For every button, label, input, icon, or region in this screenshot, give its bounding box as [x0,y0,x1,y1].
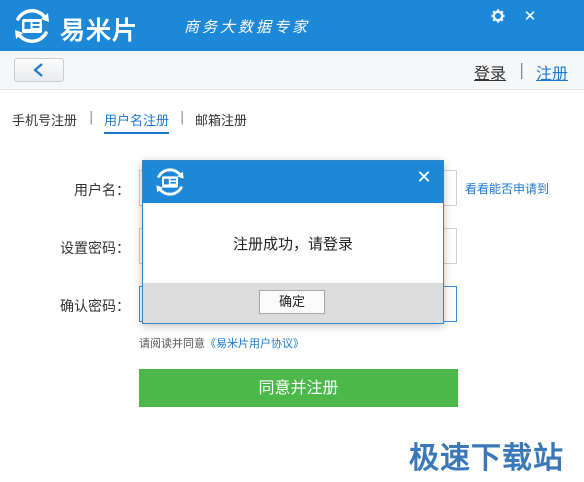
login-link[interactable]: 登录 [474,60,506,84]
back-button[interactable] [14,58,64,82]
confirm-password-label: 确认密码： [60,299,130,315]
watermark: 极速下载站 [409,441,564,476]
title-bar: 易米片 商务大数据专家 ✕ [0,0,584,51]
agreement-text: 请阅读并同意《易米片用户协议》 [139,335,304,351]
register-link[interactable]: 注册 [536,60,568,84]
dialog-message: 注册成功，请登录 [232,235,353,253]
app-logo-icon [154,166,186,198]
chevron-left-icon [33,63,43,77]
username-label: 用户名： [74,183,130,199]
tab-username-register[interactable]: 用户名注册 [104,110,170,134]
dialog-close-button[interactable]: ✕ [413,167,435,189]
agreement-prefix: 请阅读并同意 [139,337,205,350]
dialog-header: ✕ [143,161,443,203]
app-name: 易米片 [60,16,139,45]
tab-separator: | [180,110,185,125]
user-agreement-link[interactable]: 《易米片用户协议》 [205,337,304,350]
app-logo-icon [12,7,52,45]
tab-phone-register[interactable]: 手机号注册 [12,110,77,129]
dialog-footer: 确定 [143,283,443,323]
agree-register-button[interactable]: 同意并注册 [139,369,458,407]
nav-separator: | [519,60,525,79]
nav-bar: 登录 | 注册 [0,51,584,90]
tab-separator: | [89,110,94,125]
app-slogan: 商务大数据专家 [184,18,311,36]
settings-button[interactable] [487,6,509,26]
success-dialog: ✕ 注册成功，请登录 确定 [142,160,444,324]
tab-email-register[interactable]: 邮箱注册 [195,110,247,129]
check-availability-link[interactable]: 看看能否申请到 [465,180,549,197]
password-label: 设置密码： [60,241,130,257]
window-close-button[interactable]: ✕ [519,6,541,26]
ok-button[interactable]: 确定 [259,290,325,314]
gear-icon [491,9,505,23]
